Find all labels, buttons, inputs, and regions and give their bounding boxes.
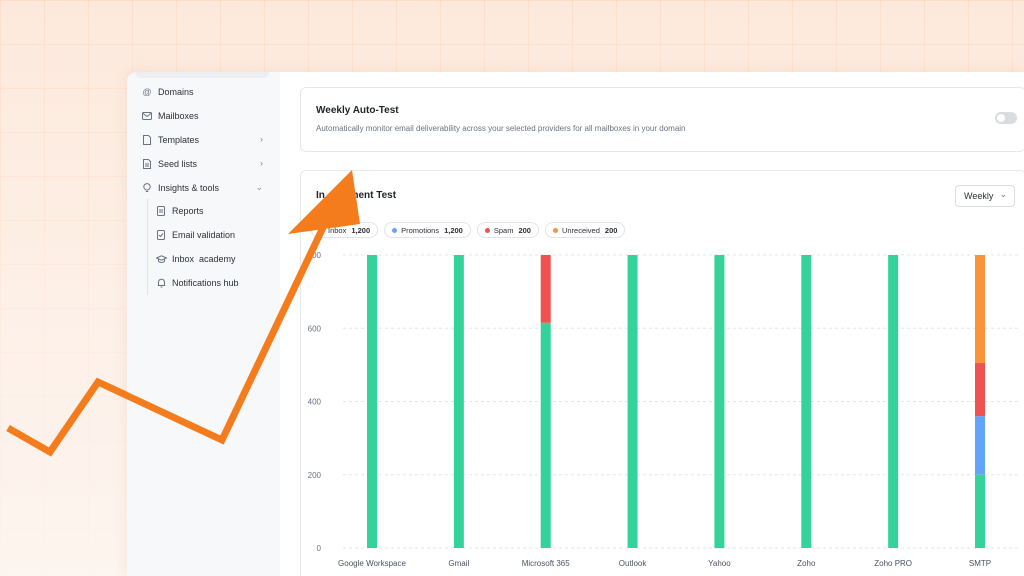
bar-segment-inbox[interactable] (714, 255, 725, 548)
auto-test-title: Weekly Auto-Test (316, 105, 399, 116)
x-tick-label: Yahoo (708, 559, 731, 568)
bar-segment-inbox[interactable] (888, 255, 899, 548)
placement-test-card: In acement Test Weekly ⌄ Inbox 1,200 Pro… (300, 170, 1024, 576)
bar-segment-spam[interactable] (975, 363, 985, 417)
stacked-bar-chart: 0 200 400 600 800 Google Workspace Gmail Micros… (308, 251, 1019, 568)
sidebar: @ Domains Mailboxes Templates › Seed lis… (127, 72, 281, 576)
x-tick-label: Zoho PRO (874, 559, 912, 568)
auto-test-card: Weekly Auto-Test Automatically monitor e… (300, 87, 1024, 152)
sidebar-item-label: Inbox academy (172, 254, 236, 264)
sidebar-item-domains[interactable]: @ Domains (141, 82, 267, 102)
chevron-down-icon: ⌄ (255, 182, 263, 192)
sidebar-item-inbox-academy[interactable]: Inbox academy (155, 249, 267, 269)
list-icon (141, 158, 153, 170)
x-tick-label: Google Workspace (338, 559, 406, 568)
sidebar-item-label: Email validation (172, 230, 236, 240)
chevron-right-icon: › (260, 134, 263, 144)
lightbulb-icon (141, 182, 153, 194)
x-tick-label: Zoho (797, 559, 816, 568)
sidebar-item-label: Mailboxes (158, 111, 199, 121)
bar-segment-spam[interactable] (540, 255, 551, 323)
bar-segment-inbox[interactable] (453, 255, 464, 548)
sidebar-item-label: Reports (172, 206, 204, 216)
file-icon (141, 134, 153, 146)
sidebar-item-label: Insights & tools (158, 183, 220, 193)
bar-segment-promotions[interactable] (975, 416, 985, 475)
submenu-guide-line (147, 199, 148, 295)
bar-segment-inbox[interactable] (801, 255, 812, 548)
at-icon: @ (142, 87, 152, 97)
bar-segment-inbox[interactable] (540, 322, 551, 548)
report-icon (155, 205, 167, 217)
bar-segment-unreceived[interactable] (975, 255, 985, 364)
bell-icon (155, 277, 167, 289)
sidebar-item-label: Domains (158, 87, 194, 97)
sidebar-item-seed-lists[interactable]: Seed lists › (141, 154, 267, 174)
sidebar-item-templates[interactable]: Templates › (141, 130, 267, 150)
check-doc-icon (155, 229, 167, 241)
x-tick-label: SMTP (969, 559, 991, 568)
sidebar-item-label: Notifications hub (172, 278, 239, 288)
y-tick-label: 400 (308, 398, 322, 407)
sidebar-item-reports[interactable]: Reports (155, 201, 267, 221)
bar-segment-inbox[interactable] (627, 255, 638, 548)
sidebar-item-label: Templates (158, 135, 200, 145)
chevron-right-icon: › (260, 158, 263, 168)
main-content: Weekly Auto-Test Automatically monitor e… (280, 72, 1024, 576)
auto-test-description: Automatically monitor email deliverabili… (316, 124, 686, 133)
sidebar-item-email-validation[interactable]: Email validation (155, 225, 267, 245)
x-tick-label: Microsoft 365 (522, 559, 571, 568)
auto-test-toggle[interactable] (995, 112, 1017, 124)
graduation-cap-icon (155, 253, 167, 265)
sidebar-item-notifications-hub[interactable]: Notifications hub (155, 273, 267, 293)
x-tick-label: Gmail (448, 559, 469, 568)
sidebar-selected-item[interactable] (135, 72, 269, 78)
x-tick-label: Outlook (619, 559, 648, 568)
y-tick-label: 0 (317, 544, 322, 553)
y-tick-label: 600 (308, 324, 322, 333)
sidebar-item-mailboxes[interactable]: Mailboxes (141, 106, 267, 126)
mail-icon (141, 110, 153, 122)
y-tick-label: 800 (308, 251, 322, 260)
bar-segment-inbox[interactable] (975, 474, 985, 548)
y-tick-label: 200 (308, 471, 322, 480)
sidebar-item-insights-tools[interactable]: Insights & tools ⌄ (141, 178, 267, 198)
toggle-knob (997, 114, 1005, 122)
app-window: @ Domains Mailboxes Templates › Seed lis… (127, 72, 1024, 576)
bar-segment-inbox[interactable] (367, 255, 377, 548)
sidebar-item-label: Seed lists (158, 159, 198, 169)
